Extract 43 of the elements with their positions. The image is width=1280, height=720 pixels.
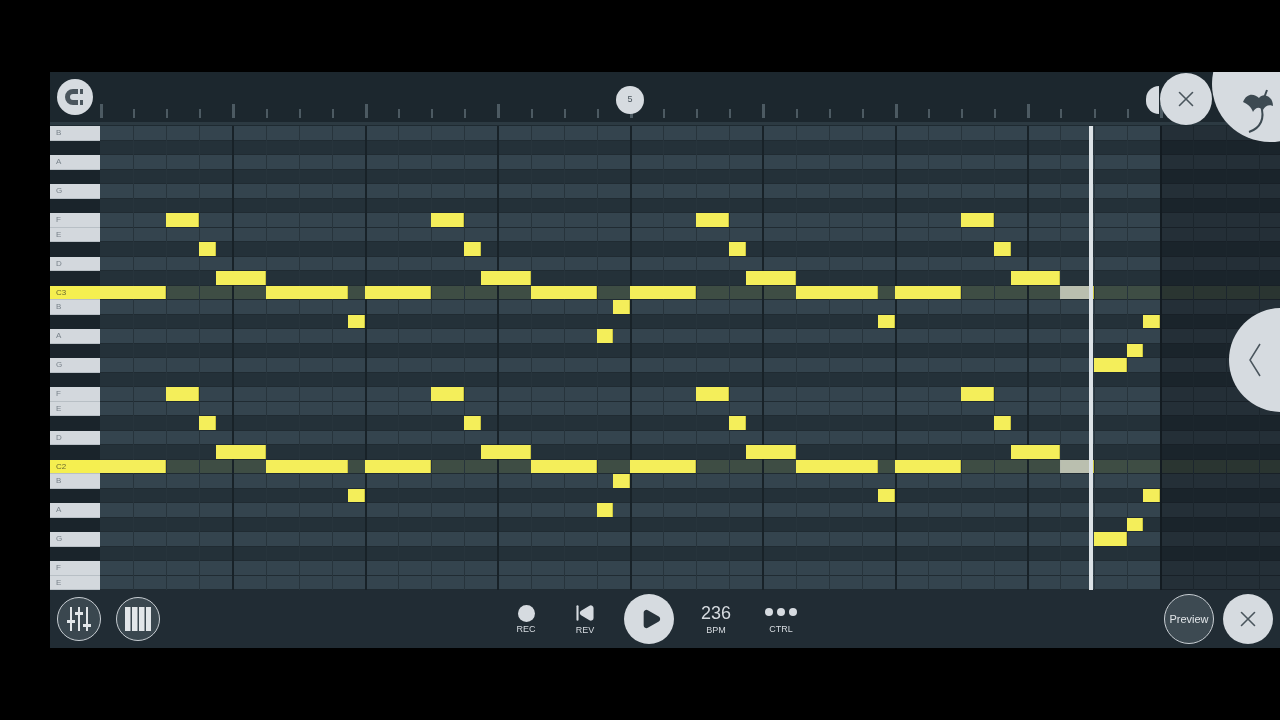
piano-icon: [125, 607, 151, 631]
rewind-button[interactable]: REV: [565, 603, 605, 635]
sliders-icon: [65, 605, 93, 633]
note[interactable]: [1010, 271, 1061, 285]
magnet-icon: [64, 86, 86, 108]
bar-marker[interactable]: 5: [615, 86, 644, 114]
mixer-button[interactable]: [57, 597, 101, 641]
piano-key[interactable]: B: [50, 126, 100, 141]
magnet-button[interactable]: [57, 79, 93, 115]
close-button[interactable]: [1223, 594, 1273, 644]
bar-marker[interactable]: [1145, 86, 1159, 114]
note[interactable]: [961, 213, 995, 227]
piano-key[interactable]: F: [50, 387, 100, 402]
tempo-button[interactable]: 236 BPM: [693, 603, 739, 635]
control-button[interactable]: CTRL: [758, 604, 804, 634]
note[interactable]: [431, 387, 465, 401]
piano-key[interactable]: B: [50, 474, 100, 489]
preview-button[interactable]: Preview: [1164, 594, 1214, 644]
piano-key[interactable]: G: [50, 184, 100, 199]
note[interactable]: [1093, 532, 1127, 546]
piano-key[interactable]: F: [50, 561, 100, 576]
record-button[interactable]: REC: [506, 604, 546, 634]
skip-back-icon: [575, 603, 595, 623]
piano-key[interactable]: G: [50, 358, 100, 373]
piano-key[interactable]: A: [50, 329, 100, 344]
chevron-left-icon: [1249, 343, 1261, 377]
piano-key[interactable]: G: [50, 532, 100, 547]
fruit-icon: [1241, 88, 1275, 134]
playhead[interactable]: [1088, 126, 1093, 590]
note[interactable]: [961, 387, 995, 401]
piano-key[interactable]: A: [50, 503, 100, 518]
note[interactable]: [1093, 358, 1127, 372]
piano-key[interactable]: A: [50, 155, 100, 170]
note[interactable]: [696, 387, 730, 401]
piano-key[interactable]: B: [50, 300, 100, 315]
note[interactable]: [166, 213, 200, 227]
note[interactable]: [431, 213, 465, 227]
piano-roll-button[interactable]: [116, 597, 160, 641]
play-button[interactable]: [624, 594, 674, 644]
piano-key[interactable]: F: [50, 213, 100, 228]
note[interactable]: [166, 387, 200, 401]
note[interactable]: [696, 213, 730, 227]
note[interactable]: [1010, 445, 1061, 459]
